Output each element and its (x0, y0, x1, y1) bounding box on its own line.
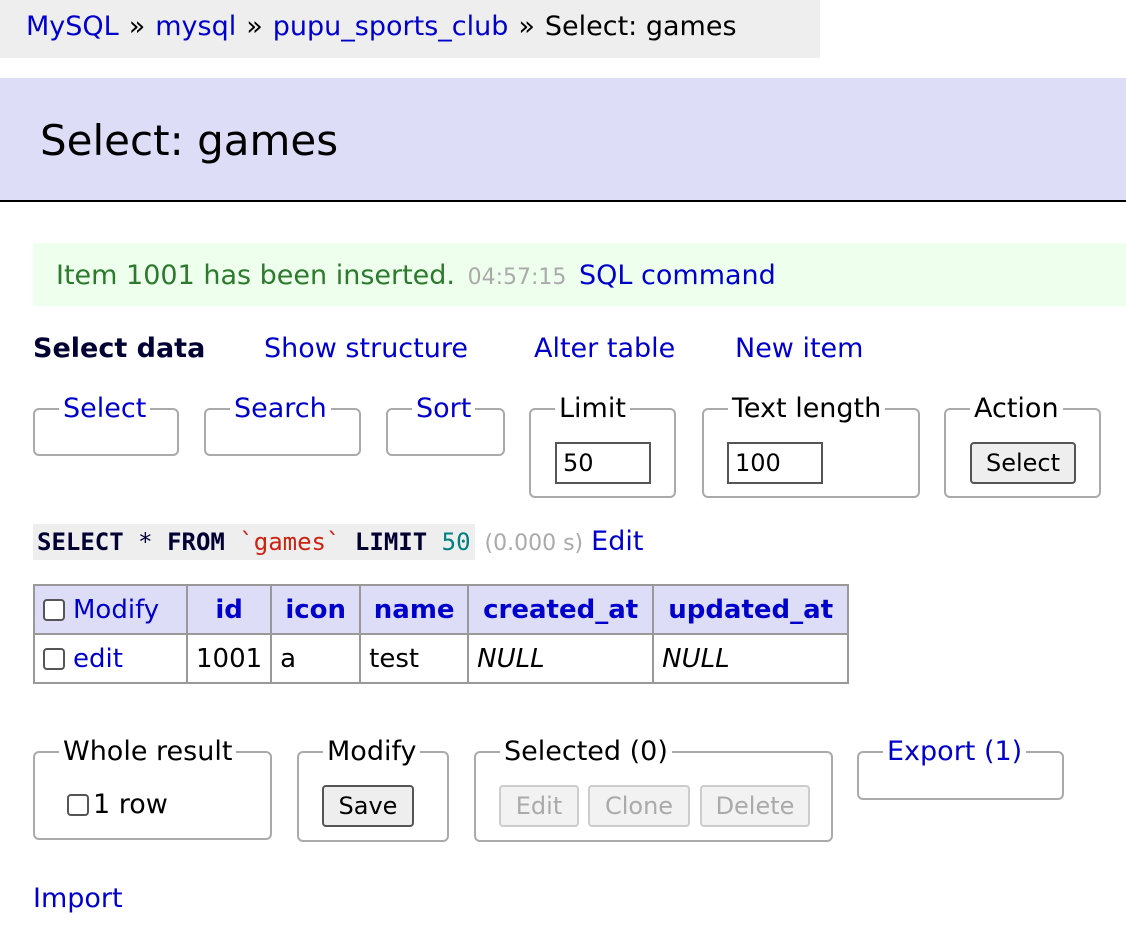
limit-label: Limit (555, 390, 630, 428)
search-fieldset: Search (204, 390, 361, 456)
table-row: edit 1001 a test NULL NULL (33, 633, 850, 684)
row-checkbox[interactable] (43, 647, 65, 670)
import-link[interactable]: Import (33, 880, 123, 918)
breadcrumb-separator: » (246, 11, 263, 42)
nav-show-structure[interactable]: Show structure (264, 330, 468, 368)
row-select-cell: edit (33, 633, 188, 684)
sql-keyword-select: SELECT (37, 528, 124, 556)
column-sort-updated-at[interactable]: updated_at (668, 595, 833, 625)
table-header-row: Modify id icon name created_at updated_a… (33, 584, 850, 635)
modify-label: Modify (323, 733, 421, 771)
results-table: Modify id icon name created_at updated_a… (33, 584, 850, 684)
breadcrumb: MySQL » mysql » pupu_sports_club » Select: gam… (0, 0, 820, 58)
nav-alter-table[interactable]: Alter table (534, 330, 675, 368)
select-columns-toggle[interactable]: Select (59, 390, 151, 428)
column-header-updated-at[interactable]: updated_at (652, 584, 850, 635)
sql-keyword-from: FROM (167, 528, 225, 556)
cell-updated-at: NULL (652, 633, 850, 684)
message-text: Item 1001 has been inserted. (56, 260, 456, 291)
column-sort-id[interactable]: id (215, 595, 243, 625)
column-sort-icon[interactable]: icon (285, 595, 346, 625)
cell-icon: a (270, 633, 362, 684)
action-fieldset: Action Select (944, 390, 1101, 498)
modify-fieldset: Modify Save (297, 733, 449, 842)
breadcrumb-link-database-mysql[interactable]: mysql (155, 11, 236, 42)
sql-table-name: `games` (239, 528, 341, 556)
sort-fieldset: Sort (386, 390, 505, 456)
search-toggle[interactable]: Search (230, 390, 331, 428)
sql-command-link[interactable]: SQL command (579, 260, 776, 291)
selected-label: Selected (0) (500, 733, 672, 771)
row-edit-link[interactable]: edit (73, 644, 123, 674)
page-title: Select: games (40, 116, 339, 165)
cell-name: test (359, 633, 470, 684)
page-header: Select: games (0, 78, 1126, 202)
breadcrumb-current: Select: games (544, 11, 737, 42)
breadcrumb-separator: » (518, 11, 535, 42)
whole-result-count: 1 row (93, 789, 168, 820)
select-fieldset: Select (33, 390, 179, 456)
modify-header: Modify (33, 584, 188, 635)
whole-result-checkbox[interactable] (67, 794, 89, 816)
save-button[interactable]: Save (322, 785, 414, 827)
column-sort-created-at[interactable]: created_at (483, 595, 638, 625)
text-length-label: Text length (728, 390, 886, 428)
nav-select-data: Select data (33, 333, 206, 364)
whole-result-option: 1 row (67, 787, 168, 823)
export-fieldset: Export (1) (857, 733, 1064, 800)
sql-query: SELECT * FROM `games` LIMIT 50 (33, 524, 475, 560)
breadcrumb-separator: » (128, 11, 146, 42)
sql-query-line: SELECT * FROM `games` LIMIT 50 (0.000 s) E… (33, 524, 643, 560)
limit-input[interactable]: 50 (555, 442, 651, 484)
select-submit-button[interactable]: Select (970, 442, 1076, 484)
clone-selected-button[interactable]: Clone (588, 785, 690, 827)
sort-toggle[interactable]: Sort (412, 390, 476, 428)
nav-new-item[interactable]: New item (735, 330, 863, 368)
limit-fieldset: Limit 50 (529, 390, 676, 498)
sql-star: * (138, 528, 153, 556)
sql-keyword-limit: LIMIT (354, 528, 428, 556)
column-header-created-at[interactable]: created_at (467, 584, 655, 635)
selected-fieldset: Selected (0) Edit Clone Delete (474, 733, 833, 842)
cell-id: 1001 (185, 633, 273, 684)
breadcrumb-link-database[interactable]: pupu_sports_club (273, 11, 509, 42)
column-header-name[interactable]: name (359, 584, 470, 635)
breadcrumb-link-mysql-server[interactable]: MySQL (26, 11, 119, 42)
column-header-id[interactable]: id (185, 584, 273, 635)
edit-query-link[interactable]: Edit (591, 526, 643, 557)
sql-limit-value: 50 (441, 528, 471, 556)
select-all-checkbox[interactable] (43, 598, 65, 621)
success-message: Item 1001 has been inserted. 04:57:15 SQ… (33, 243, 1126, 306)
action-label: Action (970, 390, 1063, 428)
delete-selected-button[interactable]: Delete (700, 785, 810, 827)
export-link[interactable]: Export (1) (883, 733, 1027, 771)
modify-all-link[interactable]: Modify (73, 595, 159, 625)
column-sort-name[interactable]: name (374, 595, 455, 625)
column-header-icon[interactable]: icon (270, 584, 362, 635)
whole-result-fieldset: Whole result 1 row (33, 733, 272, 840)
query-time: (0.000 s) (484, 531, 584, 556)
edit-selected-button[interactable]: Edit (499, 785, 579, 827)
text-length-fieldset: Text length 100 (702, 390, 920, 498)
message-time: 04:57:15 (467, 265, 567, 290)
whole-result-label: Whole result (59, 733, 237, 771)
text-length-input[interactable]: 100 (727, 442, 823, 484)
cell-created-at: NULL (467, 633, 655, 684)
